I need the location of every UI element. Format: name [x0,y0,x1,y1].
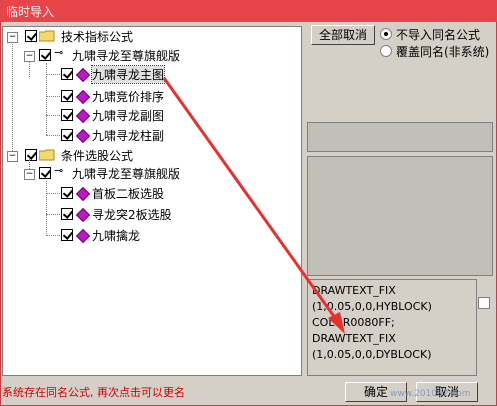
info-panel [307,122,493,152]
status-message: 系统存在同名公式, 再次点击可以更名 [2,386,185,399]
window-title: 临时导入 [6,5,55,19]
collapse-toggle[interactable]: − [7,32,18,43]
tree-item-label[interactable]: 九啸竞价排序 [92,88,164,105]
tree-line [46,214,60,215]
tree-package-label[interactable]: 九啸寻龙至尊旗舰版 [72,47,180,64]
preview-panel [307,156,493,276]
tree-item-label[interactable]: 九啸寻龙主图 [90,65,166,84]
code-line: DRAWTEXT_FIX [312,332,396,345]
tree-line [12,39,13,159]
tree-item-label[interactable]: 九啸寻龙柱副 [92,127,164,144]
tree-item-label[interactable]: 寻龙突2板选股 [92,206,172,223]
formula-icon [75,67,91,83]
tree-line [46,235,60,236]
code-preview[interactable]: DRAWTEXT_FIX (1,0.05,0,0,HYBLOCK) COLOR0… [307,279,477,376]
package-checkbox[interactable] [39,49,51,61]
item-checkbox[interactable] [61,229,73,241]
formula-icon [75,108,91,124]
code-line: DRAWTEXT_FIX [312,284,396,297]
title-bar: 临时导入 [0,0,497,22]
tree-item-label[interactable]: 首板二板选股 [92,185,164,202]
package-checkbox[interactable] [39,167,51,179]
collapse-toggle[interactable]: − [24,169,35,180]
radio-label[interactable]: 覆盖同名(非系统) [396,43,489,60]
radio-label[interactable]: 不导入同名公式 [396,26,480,43]
item-checkbox[interactable] [61,109,73,121]
radio-skip-same-name[interactable] [380,28,392,40]
tree-group-label[interactable]: 技术指标公式 [61,28,133,45]
key-icon: ⊸ [54,46,64,59]
tree-package-label[interactable]: 九啸寻龙至尊旗舰版 [72,165,180,182]
tree-group-label[interactable]: 条件选股公式 [61,147,133,164]
formula-tree[interactable]: − 技术指标公式 − ⊸ 九啸寻龙至尊旗舰版 九啸寻龙主图 九啸竞价排序 九啸寻… [2,26,302,376]
formula-icon [75,186,91,202]
tree-line [46,74,60,75]
tree-line [46,115,60,116]
radio-overwrite-same-name[interactable] [380,45,392,57]
tree-line [46,96,60,97]
collapse-toggle[interactable]: − [7,151,18,162]
tree-line [46,181,47,236]
cancel-all-button[interactable]: 全部取消 [311,25,375,45]
item-checkbox[interactable] [61,187,73,199]
group-checkbox[interactable] [25,149,37,161]
key-icon: ⊸ [54,164,64,177]
folder-icon [39,30,55,42]
options-area [307,62,493,118]
item-checkbox[interactable] [61,129,73,141]
tree-item-label[interactable]: 九啸擒龙 [92,227,140,244]
tree-line [46,193,60,194]
item-checkbox[interactable] [61,68,73,80]
formula-icon [75,207,91,223]
code-line: (1,0.05,0,0,HYBLOCK) [312,300,432,313]
code-line: COLOR0080FF; [312,316,395,329]
watermark-text: www.201082.com [390,389,471,399]
group-checkbox[interactable] [25,30,37,42]
scroll-checkbox[interactable] [478,297,490,309]
code-line: (1,0.05,0,0,DYBLOCK) [312,348,432,361]
formula-icon [75,89,91,105]
item-checkbox[interactable] [61,208,73,220]
item-checkbox[interactable] [61,90,73,102]
formula-icon [75,228,91,244]
tree-item-label[interactable]: 九啸寻龙副图 [92,107,164,124]
collapse-toggle[interactable]: − [24,51,35,62]
formula-icon [75,128,91,144]
tree-line [46,135,60,136]
folder-icon [39,149,55,161]
